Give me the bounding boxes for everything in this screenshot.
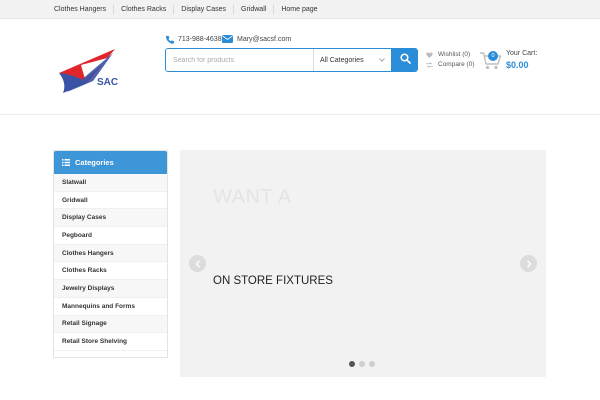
categories-title: Categories [75,158,114,167]
topnav-link-gridwall[interactable]: Gridwall [233,5,273,14]
slide-subline: ON STORE FIXTURES [213,275,333,287]
slider-prev-button[interactable] [189,255,206,272]
compare-icon [426,61,433,68]
slide-headline: WANT A [213,186,292,208]
topnav-link-home-page[interactable]: Home page [273,5,324,14]
category-select-value: All Categories [320,56,364,64]
list-icon [62,159,70,166]
topnav-link-display-cases[interactable]: Display Cases [173,5,233,14]
compare-link[interactable]: Compare (0) [426,61,474,68]
categories-panel: Categories Slatwall Gridwall Display Cas… [53,150,168,358]
search-bar: All Categories [165,48,418,72]
phone-number[interactable]: 713-988-4638 [178,36,222,43]
category-item-clothes-racks[interactable]: Clothes Racks [54,262,167,281]
category-item-clothes-hangers[interactable]: Clothes Hangers [54,244,167,263]
cart-total: $0.00 [506,60,529,70]
category-item-jewelry-displays[interactable]: Jewelry Displays [54,280,167,298]
categories-list: Slatwall Gridwall Display Cases Pegboard… [54,174,167,351]
category-item-display-cases[interactable]: Display Cases [54,209,167,228]
logo-text: SAC [97,77,118,88]
wishlist-label: Wishlist (0) [438,51,471,58]
cart-count-badge: 0 [488,51,498,61]
header-divider [0,114,600,115]
wishlist-link[interactable]: Wishlist (0) [426,51,470,58]
phone-contact: 713-988-4638 [165,33,222,45]
categories-header[interactable]: Categories [54,151,167,174]
site-logo[interactable]: SAC [57,43,127,95]
category-item-retail-signage[interactable]: Retail Signage [54,315,167,334]
category-item-gridwall[interactable]: Gridwall [54,192,167,210]
cart-label: Your Cart: [506,50,538,57]
slider-dot[interactable] [349,361,355,367]
slider-dot[interactable] [369,361,375,367]
category-item-mannequins-and-forms[interactable]: Mannequins and Forms [54,298,167,316]
compare-label: Compare (0) [438,61,475,68]
category-item-retail-store-shelving[interactable]: Retail Store Shelving [54,333,167,351]
phone-icon [165,35,174,44]
chevron-right-icon [526,255,532,273]
slider-pagination [349,361,375,367]
heart-icon [426,51,433,58]
topnav-link-clothes-hangers[interactable]: Clothes Hangers [47,5,113,14]
email-address[interactable]: Mary@sacsf.com [237,36,291,43]
top-bar: Clothes Hangers Clothes Racks Display Ca… [0,0,600,19]
top-nav: Clothes Hangers Clothes Racks Display Ca… [47,0,325,19]
chevron-left-icon [195,255,201,273]
topnav-link-clothes-racks[interactable]: Clothes Racks [113,5,173,14]
category-item-pegboard[interactable]: Pegboard [54,227,167,245]
category-select[interactable]: All Categories [313,49,391,71]
slider-dot[interactable] [359,361,365,367]
email-contact: Mary@sacsf.com [222,33,291,45]
hero-slider: WANT A ON STORE FIXTURES [180,150,546,377]
envelope-icon [222,35,233,43]
cart-widget[interactable]: 0 Your Cart: $0.00 [480,49,550,73]
chevron-down-icon [379,57,385,64]
slider-next-button[interactable] [520,255,537,272]
search-input[interactable] [166,49,313,71]
search-icon [399,51,411,69]
category-item-slatwall[interactable]: Slatwall [54,174,167,192]
search-button[interactable] [391,49,417,71]
